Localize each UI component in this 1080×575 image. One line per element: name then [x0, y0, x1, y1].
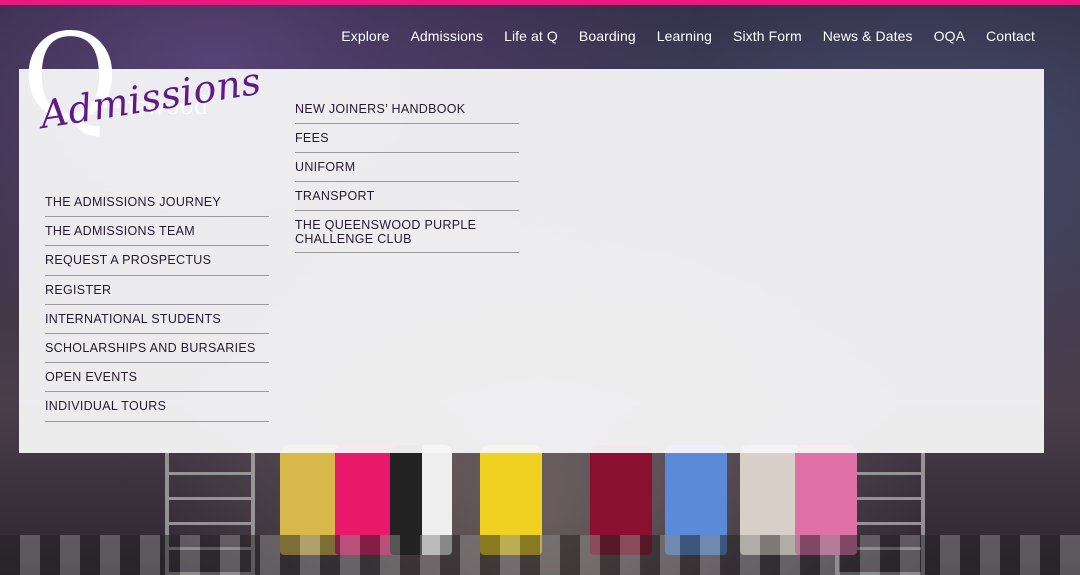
admissions-menu-column-2: NEW JOINERS’ HANDBOOK FEES UNIFORM TRANSPOR…: [295, 95, 519, 253]
menu-link-new-joiners-handbook[interactable]: NEW JOINERS’ HANDBOOK: [295, 95, 519, 124]
nav-item-admissions[interactable]: Admissions: [410, 28, 483, 44]
nav-item-learning[interactable]: Learning: [657, 28, 712, 44]
menu-link-the-admissions-journey[interactable]: THE ADMISSIONS JOURNEY: [45, 188, 269, 218]
menu-link-international-students[interactable]: INTERNATIONAL STUDENTS: [45, 305, 269, 334]
nav-item-explore[interactable]: Explore: [341, 28, 389, 44]
menu-link-the-admissions-team[interactable]: THE ADMISSIONS TEAM: [45, 217, 269, 247]
nav-item-sixth-form[interactable]: Sixth Form: [733, 28, 802, 44]
menu-link-uniform[interactable]: UNIFORM: [295, 153, 519, 182]
nav-item-news-dates[interactable]: News & Dates: [823, 28, 913, 44]
top-navigation: Explore Admissions Life at Q Boarding Learni…: [341, 28, 1035, 44]
nav-item-life-at-q[interactable]: Life at Q: [504, 28, 558, 44]
menu-link-individual-tours[interactable]: INDIVIDUAL TOURS: [45, 392, 269, 422]
menu-link-transport[interactable]: TRANSPORT: [295, 182, 519, 211]
nav-item-boarding[interactable]: Boarding: [579, 28, 636, 44]
nav-item-contact[interactable]: Contact: [986, 28, 1035, 44]
admissions-menu-column-1: THE ADMISSIONS JOURNEY THE ADMISSIONS TEA…: [45, 188, 269, 422]
menu-link-register[interactable]: REGISTER: [45, 276, 269, 305]
queenswood-logo[interactable]: Q ueenswood Admissions: [0, 0, 264, 170]
menu-link-open-events[interactable]: OPEN EVENTS: [45, 363, 269, 393]
menu-link-scholarships-and-bursaries[interactable]: SCHOLARSHIPS AND BURSARIES: [45, 334, 269, 364]
nav-item-oqa[interactable]: OQA: [934, 28, 965, 44]
menu-link-fees[interactable]: FEES: [295, 124, 519, 153]
menu-link-the-queenswood-purple-challenge-club[interactable]: THE QUEENSWOOD PURPLE CHALLENGE CLUB: [295, 211, 519, 253]
menu-link-request-a-prospectus[interactable]: REQUEST A PROSPECTUS: [45, 246, 269, 276]
